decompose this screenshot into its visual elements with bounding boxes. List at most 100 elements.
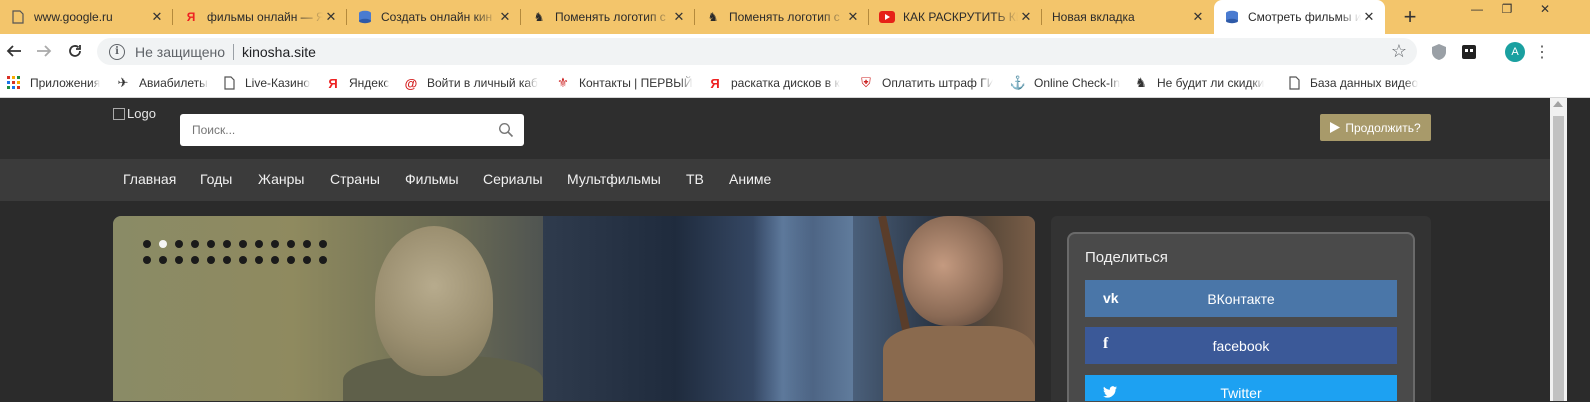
close-tab-icon[interactable]: ✕ <box>671 9 687 25</box>
divider <box>233 43 234 60</box>
slider-dot[interactable] <box>207 240 215 248</box>
bookmark-star-icon[interactable]: ☆ <box>1391 41 1407 62</box>
shield-icon: ⛨ <box>861 75 871 90</box>
restore-icon[interactable]: ❐ <box>1492 0 1522 18</box>
slider-dot[interactable] <box>223 240 231 248</box>
close-window-icon[interactable]: ✕ <box>1530 0 1560 18</box>
bookmark-yandex[interactable]: Я Яндекс <box>325 74 389 92</box>
nav-anime[interactable]: Аниме <box>729 171 771 187</box>
site-logo[interactable]: Logo <box>113 106 156 121</box>
slider-dot[interactable] <box>159 256 167 264</box>
reload-icon <box>69 45 81 57</box>
close-tab-icon[interactable]: ✕ <box>1361 9 1377 25</box>
close-tab-icon[interactable]: ✕ <box>497 9 513 25</box>
slider-dot[interactable] <box>239 240 247 248</box>
profile-avatar[interactable]: A <box>1505 42 1525 62</box>
featured-slider[interactable] <box>113 216 1035 401</box>
nav-films[interactable]: Фильмы <box>405 171 459 187</box>
slider-dot[interactable] <box>287 256 295 264</box>
slider-dot[interactable] <box>191 240 199 248</box>
tab-change-logo-1[interactable]: ♞ Поменять логотип с ✕ <box>521 0 695 34</box>
address-bar[interactable]: i Не защищено kinosha.site ☆ <box>97 38 1417 65</box>
facebook-icon: f <box>1103 335 1109 352</box>
bookmark-label: Авиабилеты <box>139 76 208 90</box>
plane-icon: ✈ <box>117 75 129 90</box>
tab-google[interactable]: www.google.ru ✕ <box>0 0 173 34</box>
close-tab-icon[interactable]: ✕ <box>323 9 339 25</box>
bookmark-video-db[interactable]: База данных видео <box>1286 74 1418 92</box>
bookmark-discs[interactable]: Я раскатка дисков в к <box>707 74 842 92</box>
info-icon[interactable]: i <box>109 43 125 60</box>
nav-genres[interactable]: Жанры <box>258 171 304 187</box>
bookmark-apps[interactable]: Приложения <box>6 74 100 92</box>
page-scrollbar[interactable] <box>1550 98 1567 401</box>
tab-kinosha-active[interactable]: Смотреть фильмы и ✕ <box>1214 0 1385 34</box>
bookmark-live-casino[interactable]: Live-Казино <box>221 74 310 92</box>
nav-home[interactable]: Главная <box>123 171 176 187</box>
share-facebook-button[interactable]: f facebook <box>1085 327 1397 364</box>
forward-button[interactable] <box>32 39 56 63</box>
slider-dot[interactable] <box>175 256 183 264</box>
slider-dot[interactable] <box>239 256 247 264</box>
bookmark-login-cabinet[interactable]: @ Войти в личный каб <box>403 74 538 92</box>
slider-dot[interactable] <box>271 240 279 248</box>
logo-alt-text: Logo <box>127 106 156 121</box>
minimize-icon[interactable]: — <box>1462 0 1492 18</box>
tab-change-logo-2[interactable]: ♞ Поменять логотип с ✕ <box>695 0 869 34</box>
url-text[interactable]: kinosha.site <box>242 44 316 60</box>
twitter-icon <box>1103 385 1117 401</box>
nav-countries[interactable]: Страны <box>330 171 380 187</box>
bookmark-discounts[interactable]: ♞ Не будит ли скидки <box>1133 74 1268 92</box>
nav-years[interactable]: Годы <box>200 171 232 187</box>
reload-button[interactable] <box>63 39 87 63</box>
slider-dot[interactable] <box>319 240 327 248</box>
slider-dot[interactable] <box>191 256 199 264</box>
main-nav: Главная Годы Жанры Страны Фильмы Сериалы… <box>0 159 1550 201</box>
slider-dot[interactable] <box>255 256 263 264</box>
nav-series[interactable]: Сериалы <box>483 171 543 187</box>
scrollbar-thumb[interactable] <box>1553 116 1564 401</box>
slider-dot[interactable] <box>303 256 311 264</box>
tab-youtube[interactable]: КАК РАСКРУТИТЬ КИ ✕ <box>869 0 1042 34</box>
close-tab-icon[interactable]: ✕ <box>1018 9 1034 25</box>
bookmark-checkin[interactable]: ⚓ Online Check-In <box>1010 74 1120 92</box>
slider-dot[interactable] <box>159 240 167 248</box>
tab-yandex-films[interactable]: Я фильмы онлайн — Я ✕ <box>173 0 347 34</box>
close-tab-icon[interactable]: ✕ <box>1190 9 1206 25</box>
share-twitter-button[interactable]: Twitter <box>1085 375 1397 401</box>
share-vk-button[interactable]: vk ВКонтакте <box>1085 280 1397 317</box>
slider-dot[interactable] <box>303 240 311 248</box>
slider-dot[interactable] <box>223 256 231 264</box>
bookmark-aviabilety[interactable]: ✈ Авиабилеты <box>115 74 208 92</box>
slider-dot[interactable] <box>287 240 295 248</box>
back-button[interactable] <box>2 39 26 63</box>
tab-create-cinema[interactable]: Создать онлайн кин ✕ <box>347 0 521 34</box>
slider-dot[interactable] <box>175 240 183 248</box>
slider-dot[interactable] <box>255 240 263 248</box>
search-icon[interactable] <box>498 122 514 138</box>
slider-dot[interactable] <box>143 256 151 264</box>
menu-icon[interactable]: ⋮ <box>1532 42 1552 62</box>
close-tab-icon[interactable]: ✕ <box>845 9 861 25</box>
tab-title: Поменять логотип с <box>729 10 840 24</box>
slider-dot[interactable] <box>207 256 215 264</box>
bookmark-contacts[interactable]: ⚜ Контакты | ПЕРВЫЙ <box>555 74 695 92</box>
continue-button[interactable]: Продолжить? <box>1320 114 1431 141</box>
bookmark-label: Оплатить штраф ГИБ <box>882 76 993 90</box>
close-tab-icon[interactable]: ✕ <box>149 9 165 25</box>
slider-dot[interactable] <box>143 240 151 248</box>
bookmark-gibdd[interactable]: ⛨ Оплатить штраф ГИБ <box>858 74 993 92</box>
slide-image-mid <box>543 216 873 401</box>
shield-extension-icon[interactable] <box>1429 42 1449 62</box>
slider-dot[interactable] <box>271 256 279 264</box>
tab-new-tab[interactable]: Новая вкладка ✕ <box>1042 0 1214 34</box>
nav-cartoons[interactable]: Мультфильмы <box>567 171 661 187</box>
share-facebook-label: facebook <box>1212 337 1270 354</box>
search-input[interactable] <box>180 115 480 145</box>
scroll-up-icon[interactable] <box>1553 101 1563 107</box>
slide-figure-head <box>375 226 493 376</box>
extension-icon[interactable] <box>1459 42 1479 62</box>
new-tab-button[interactable]: + <box>1397 4 1423 30</box>
slider-dot[interactable] <box>319 256 327 264</box>
nav-tv[interactable]: ТВ <box>686 171 704 187</box>
